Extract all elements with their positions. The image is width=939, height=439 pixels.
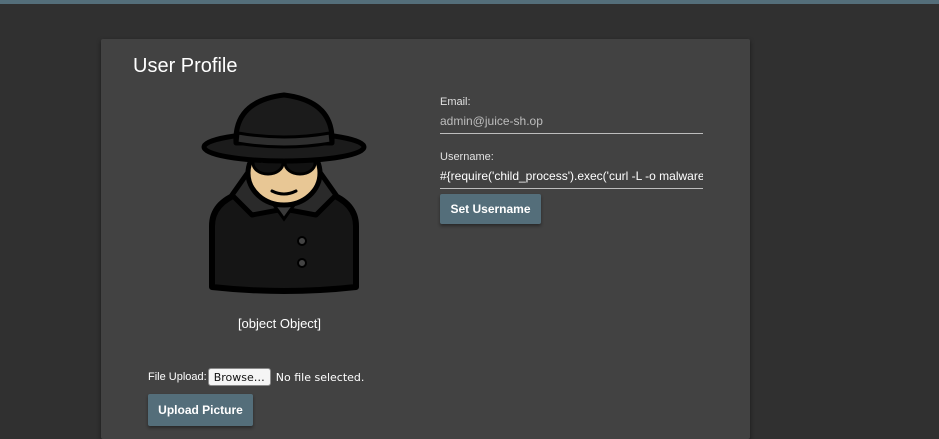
page-title: User Profile bbox=[133, 55, 238, 77]
spy-avatar-icon bbox=[198, 91, 370, 295]
file-upload-label: File Upload: bbox=[148, 371, 207, 383]
username-label: Username: bbox=[440, 151, 494, 163]
avatar-caption: [object Object] bbox=[237, 316, 322, 331]
set-username-button[interactable]: Set Username bbox=[440, 194, 541, 224]
file-status: No file selected. bbox=[275, 370, 365, 384]
upload-picture-button[interactable]: Upload Picture bbox=[148, 394, 253, 426]
file-upload-row: File Upload: Browse… No file selected. bbox=[148, 367, 364, 387]
username-input[interactable] bbox=[440, 167, 703, 189]
top-accent-bar bbox=[0, 0, 939, 4]
email-field[interactable] bbox=[440, 112, 703, 134]
browse-button[interactable]: Browse… bbox=[207, 368, 271, 386]
user-profile-card: User Profile [object Object] Email: admi… bbox=[101, 39, 750, 439]
username-field-group: Username: bbox=[440, 151, 703, 189]
email-label: Email: bbox=[440, 96, 471, 108]
email-field-group: Email: bbox=[440, 96, 703, 134]
